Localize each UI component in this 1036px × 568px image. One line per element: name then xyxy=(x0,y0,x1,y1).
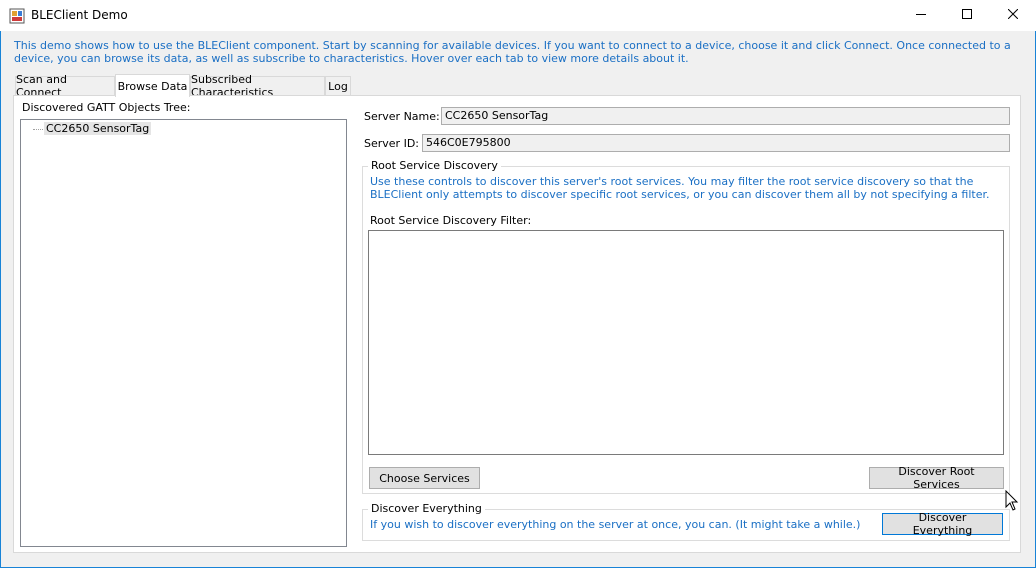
close-icon xyxy=(1007,8,1019,22)
discover-everything-button[interactable]: Discover Everything xyxy=(882,511,1003,537)
tab-subscribed-characteristics[interactable]: Subscribed Characteristics xyxy=(190,73,325,99)
server-id-label: Server ID: xyxy=(364,137,419,150)
title-bar[interactable]: BLEClient Demo xyxy=(0,0,1036,31)
tab-browse-data[interactable]: Browse Data xyxy=(115,74,190,97)
minimize-icon xyxy=(916,9,926,22)
tree-connector xyxy=(33,129,43,130)
root-service-discovery-description: Use these controls to discover this serv… xyxy=(370,175,990,201)
tab-label: Browse Data xyxy=(117,79,188,93)
server-name-field[interactable]: CC2650 SensorTag xyxy=(441,107,1010,125)
discover-root-services-button[interactable]: Discover Root Services xyxy=(869,465,1004,491)
tree-node[interactable]: CC2650 SensorTag xyxy=(44,122,152,135)
maximize-icon xyxy=(962,9,972,22)
window-title: BLEClient Demo xyxy=(31,8,128,22)
cursor-icon xyxy=(1005,489,1019,515)
close-button[interactable] xyxy=(990,0,1036,31)
discover-everything-description: If you wish to discover everything on th… xyxy=(370,518,861,531)
tab-log[interactable]: Log xyxy=(325,76,351,95)
server-name-label: Server Name: xyxy=(364,110,440,123)
intro-text: This demo shows how to use the BLEClient… xyxy=(14,39,1011,65)
gatt-objects-tree[interactable]: CC2650 SensorTag xyxy=(20,119,347,547)
tree-label: Discovered GATT Objects Tree: xyxy=(22,101,191,114)
minimize-button[interactable] xyxy=(898,0,944,31)
tab-label: Log xyxy=(328,79,348,93)
filter-textarea[interactable] xyxy=(368,230,1004,455)
tab-scan-and-connect[interactable]: Scan and Connect xyxy=(15,73,115,99)
discover-everything-title: Discover Everything xyxy=(368,502,485,515)
filter-label: Root Service Discovery Filter: xyxy=(370,214,532,227)
maximize-button[interactable] xyxy=(944,0,990,31)
app-icon[interactable] xyxy=(9,8,25,24)
choose-services-button[interactable]: Choose Services xyxy=(369,467,480,489)
root-service-discovery-title: Root Service Discovery xyxy=(368,159,501,172)
server-id-field[interactable]: 546C0E795800 xyxy=(422,134,1010,152)
